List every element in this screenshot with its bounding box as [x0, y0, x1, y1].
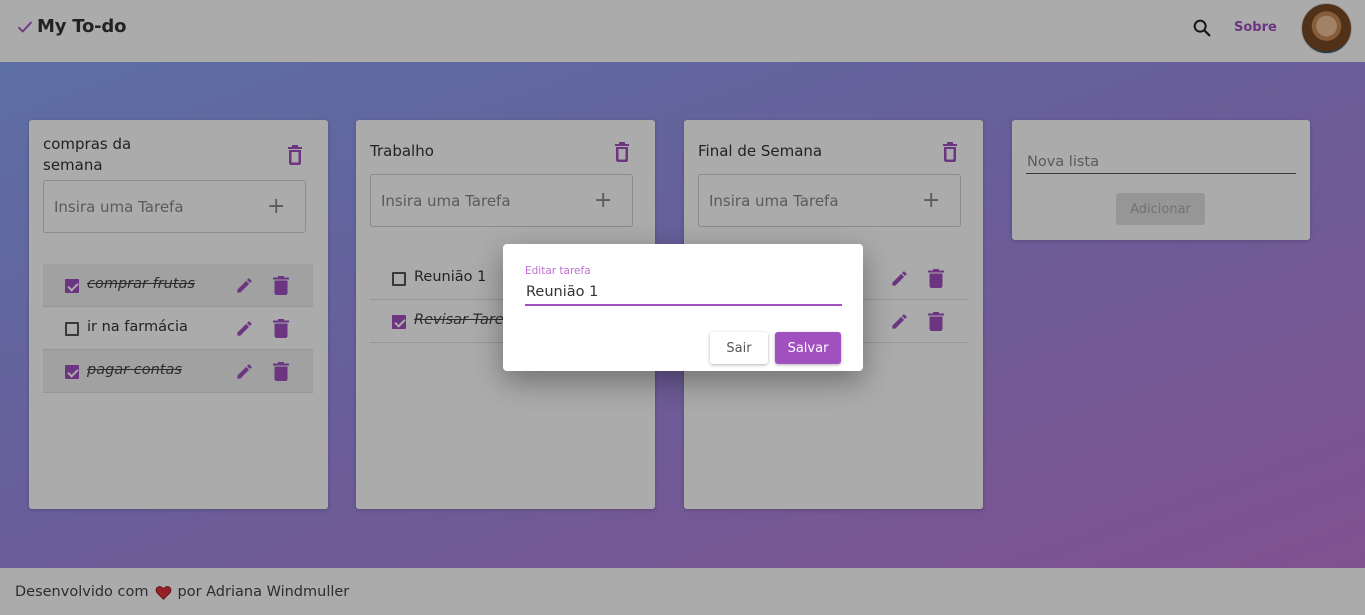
save-button[interactable]: Salvar	[775, 332, 841, 364]
edit-task-input[interactable]	[525, 280, 842, 306]
cancel-button[interactable]: Sair	[710, 332, 768, 364]
edit-task-label: Editar tarefa	[525, 265, 591, 277]
edit-task-dialog: Editar tarefa Sair Salvar	[503, 244, 863, 371]
app: My To-do Sobre compras da semana + compr…	[0, 0, 1365, 615]
